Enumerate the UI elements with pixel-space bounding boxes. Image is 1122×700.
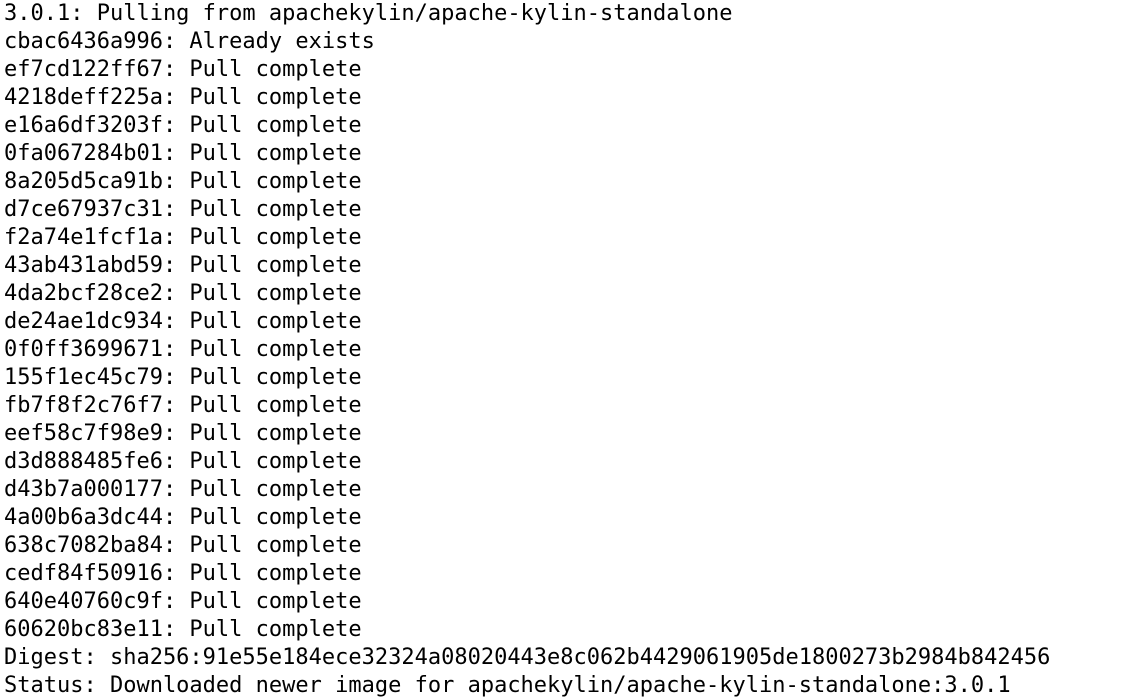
- layer-line: 8a205d5ca91b: Pull complete: [4, 169, 362, 194]
- layer-line: 4218deff225a: Pull complete: [4, 85, 362, 110]
- layer-line: d3d888485fe6: Pull complete: [4, 449, 362, 474]
- layer-line: ef7cd122ff67: Pull complete: [4, 57, 362, 82]
- layer-line: fb7f8f2c76f7: Pull complete: [4, 393, 362, 418]
- layer-line: 0f0ff3699671: Pull complete: [4, 337, 362, 362]
- layer-line: d7ce67937c31: Pull complete: [4, 197, 362, 222]
- layer-line: 640e40760c9f: Pull complete: [4, 589, 362, 614]
- digest-line: Digest: sha256:91e55e184ece32324a0802044…: [4, 645, 1051, 670]
- layer-line: 0fa067284b01: Pull complete: [4, 141, 362, 166]
- layer-line: 4a00b6a3dc44: Pull complete: [4, 505, 362, 530]
- layer-line: e16a6df3203f: Pull complete: [4, 113, 362, 138]
- status-line: Status: Downloaded newer image for apach…: [4, 673, 1011, 698]
- layer-line: f2a74e1fcf1a: Pull complete: [4, 225, 362, 250]
- layer-line: cbac6436a996: Already exists: [4, 29, 375, 54]
- layer-line: d43b7a000177: Pull complete: [4, 477, 362, 502]
- layer-line: 4da2bcf28ce2: Pull complete: [4, 281, 362, 306]
- pull-header-line: 3.0.1: Pulling from apachekylin/apache-k…: [4, 1, 733, 26]
- layer-line: de24ae1dc934: Pull complete: [4, 309, 362, 334]
- layer-line: 638c7082ba84: Pull complete: [4, 533, 362, 558]
- layer-line: 43ab431abd59: Pull complete: [4, 253, 362, 278]
- layer-line: 155f1ec45c79: Pull complete: [4, 365, 362, 390]
- layer-line: eef58c7f98e9: Pull complete: [4, 421, 362, 446]
- layer-line: cedf84f50916: Pull complete: [4, 561, 362, 586]
- terminal-output[interactable]: 3.0.1: Pulling from apachekylin/apache-k…: [0, 0, 1122, 700]
- layer-line: 60620bc83e11: Pull complete: [4, 617, 362, 642]
